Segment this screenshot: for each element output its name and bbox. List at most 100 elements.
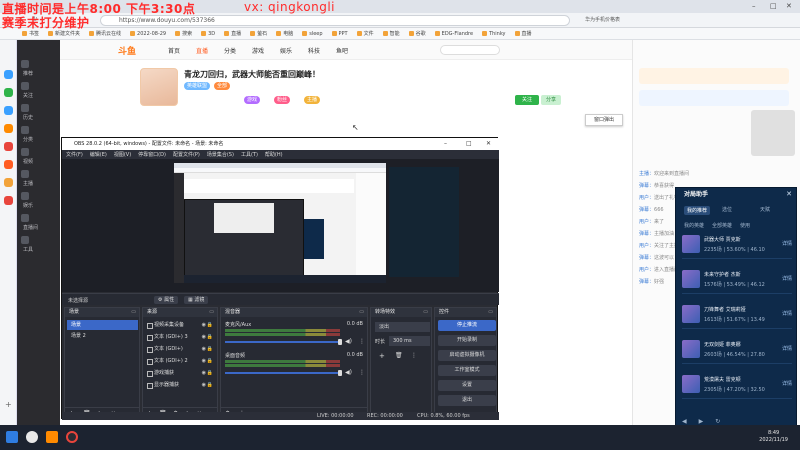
volume-slider[interactable] [225,372,340,374]
lock-icon[interactable]: 🔒 [207,332,213,342]
sidebar-icon[interactable] [21,126,29,134]
nav-item[interactable]: 分类 [224,46,236,55]
source-item[interactable]: 文本 (GDI+) 3 ◉ 🔒 [145,332,215,342]
sidebar-item-label[interactable]: 工具 [23,246,33,253]
assistant-tab[interactable]: 我的推荐 [684,206,711,215]
obs-menu-item[interactable]: 帮助(H) [265,151,283,158]
sidebar-icon[interactable] [21,104,29,112]
rank-banner[interactable] [639,90,789,106]
room-tag[interactable]: 游戏 [244,96,261,104]
room-tag[interactable]: 粉丝 [274,96,291,104]
trash-icon[interactable]: 🗑 [395,352,403,359]
champion-detail-button[interactable]: 详情 [782,345,792,352]
champion-detail-button[interactable]: 详情 [782,240,792,247]
bookmark-item[interactable]: sleep [302,31,322,37]
app-icon[interactable] [4,70,13,79]
bookmark-item[interactable]: 新建文件夹 [48,30,80,37]
lock-icon[interactable]: 🔒 [207,344,213,354]
bookmark-item[interactable]: 2022-08-29 [130,31,166,37]
champion-detail-button[interactable]: 详情 [782,275,792,282]
volume-slider-knob[interactable] [338,370,342,376]
sidebar-icon[interactable] [21,82,29,90]
champion-row[interactable]: 刀锋舞者 艾瑞莉娅 1613场 | 51.67% | 13.49 详情 [682,302,792,329]
lock-icon[interactable]: 🔒 [207,320,213,330]
control-button[interactable]: 设置 [438,380,496,391]
app-icon[interactable] [46,431,58,443]
nav-item[interactable]: 直播 [196,46,208,55]
control-button[interactable]: 开始录制 [438,335,496,346]
app-icon[interactable] [4,160,13,169]
scene-item[interactable]: 场景 2 [67,332,138,341]
sidebar-icon[interactable] [21,214,29,222]
eye-icon[interactable]: ◉ [202,368,206,378]
sidebar-item-label[interactable]: 视频 [23,158,33,165]
champion-row[interactable]: 未来守护者 杰斯 1576场 | 53.49% | 46.12 详情 [682,267,792,294]
share-button[interactable]: 分享 [541,95,561,105]
duration-input[interactable]: 300 ms [389,336,430,346]
obs-menu-item[interactable]: 文件(F) [66,151,83,158]
app-icon[interactable] [4,88,13,97]
source-item[interactable]: 文本 (GDI+) 2 ◉ 🔒 [145,356,215,366]
sidebar-item-label[interactable]: 直播间 [23,224,38,231]
filters-button[interactable]: ▦ 滤镜 [184,296,209,304]
control-button[interactable]: 退出 [438,395,496,406]
obs-menu-item[interactable]: 编辑(E) [90,151,107,158]
minimize-icon[interactable]: – [752,2,756,10]
app-icon[interactable] [4,142,13,151]
eye-icon[interactable]: ◉ [202,332,206,342]
app-icon[interactable] [4,124,13,133]
maximize-icon[interactable]: □ [770,2,777,10]
app-icon[interactable] [4,178,13,187]
close-icon[interactable]: ✕ [786,2,792,10]
sidebar-item-label[interactable]: 历史 [23,114,33,121]
obs-menu-item[interactable]: 视图(V) [114,151,131,158]
control-button[interactable]: 启动虚拟摄像机 [438,350,496,361]
sidebar-icon[interactable] [21,236,29,244]
more-icon[interactable]: ⋮ [411,352,417,359]
obs-menu-item[interactable]: 配置文件(P) [173,151,200,158]
control-button[interactable]: 工作室模式 [438,365,496,376]
control-button[interactable]: 停止推流 [438,320,496,331]
sidebar-icon[interactable] [21,60,29,68]
assistant-subtab[interactable]: 使用 [740,222,750,229]
nav-item[interactable]: 鱼吧 [336,46,348,55]
source-item[interactable]: 显示器捕获 ◉ 🔒 [145,380,215,390]
rank-banner[interactable] [639,68,789,84]
room-tag[interactable]: 英雄联盟 [184,82,211,90]
eye-icon[interactable]: ◉ [202,356,206,366]
follow-button[interactable]: 关注 [515,95,539,105]
douyu-logo[interactable]: 斗鱼 [118,44,136,57]
eye-icon[interactable]: ◉ [202,344,206,354]
bookmark-item[interactable]: 腾讯云在线 [89,30,121,37]
sidebar-icon[interactable] [21,192,29,200]
scene-item[interactable]: 场景 [67,320,138,330]
lock-icon[interactable]: 🔒 [207,380,213,390]
volume-slider[interactable] [225,341,340,343]
add-icon[interactable]: + [5,400,12,409]
sidebar-icon[interactable] [21,170,29,178]
obs-menu-item[interactable]: 场景集合(S) [207,151,234,158]
source-item[interactable]: 视频采集设备 ◉ 🔒 [145,320,215,330]
close-icon[interactable]: ✕ [786,190,792,198]
champion-row[interactable]: 武器大师 贾克斯 2235场 | 53.60% | 46.10 详情 [682,232,792,259]
source-item[interactable]: 文本 (GDI+) ◉ 🔒 [145,344,215,354]
nav-item[interactable]: 首页 [168,46,180,55]
bookmark-item[interactable]: 萤石 [250,30,267,37]
app-icon[interactable] [4,106,13,115]
lock-icon[interactable]: 🔒 [207,356,213,366]
bookmark-item[interactable]: 电脑 [276,30,293,37]
sidebar-item-label[interactable]: 分类 [23,136,33,143]
close-icon[interactable]: ✕ [486,138,491,150]
assistant-subtab[interactable]: 全部英雄 [712,222,732,229]
bookmark-item[interactable]: 搜索 [175,30,192,37]
bookmark-item[interactable]: 文件 [357,30,374,37]
start-icon[interactable] [6,431,18,443]
bookmark-item[interactable]: Thinky [482,31,505,37]
eye-icon[interactable]: ◉ [202,380,206,390]
more-icon[interactable]: ⋮ [359,338,365,345]
lock-icon[interactable]: 🔒 [207,368,213,378]
sidebar-item-label[interactable]: 主播 [23,180,33,187]
add-icon[interactable]: + [379,352,385,360]
minimize-icon[interactable]: – [444,138,447,150]
assistant-subtab[interactable]: 我的英雄 [684,222,704,229]
